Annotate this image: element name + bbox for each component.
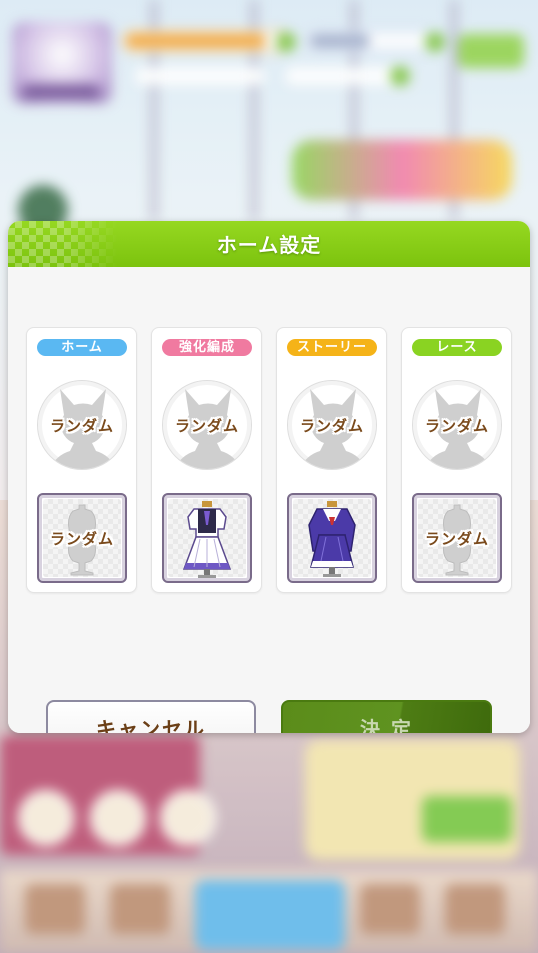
slot-tag: 強化編成 xyxy=(162,339,252,356)
slot-cards: ホーム ランダム ランダム 強化編成 ランダム ストーリー ランダム レース ラ… xyxy=(26,327,512,593)
outfit-label: ランダム xyxy=(49,530,114,548)
home-settings-dialog: ホーム設定 ホーム ランダム ランダム 強化編成 ランダム ストーリー ランダム… xyxy=(8,221,530,733)
outfit-select-button[interactable]: ランダム xyxy=(37,493,127,583)
cancel-button[interactable]: キャンセル xyxy=(46,700,256,733)
slot-tag: レース xyxy=(412,339,502,356)
character-label: ランダム xyxy=(299,417,364,435)
dialog-body: ホーム ランダム ランダム 強化編成 ランダム ストーリー ランダム レース ラ… xyxy=(8,267,530,733)
white-purple-uniform-icon xyxy=(182,501,232,578)
confirm-button[interactable]: 決 定 xyxy=(281,700,492,733)
character-select-button[interactable]: ランダム xyxy=(412,380,502,470)
character-label: ランダム xyxy=(174,417,239,435)
outfit-select-button[interactable] xyxy=(287,493,377,583)
purple-winter-uniform-icon xyxy=(308,501,356,577)
slot-tag: ホーム xyxy=(37,339,127,356)
character-label: ランダム xyxy=(424,417,489,435)
outfit-select-button[interactable]: ランダム xyxy=(412,493,502,583)
slot-card-race: レース ランダム ランダム xyxy=(401,327,512,593)
character-label: ランダム xyxy=(49,417,114,435)
outfit-label: ランダム xyxy=(424,530,489,548)
character-select-button[interactable]: ランダム xyxy=(162,380,252,470)
outfit-select-button[interactable] xyxy=(162,493,252,583)
character-select-button[interactable]: ランダム xyxy=(287,380,377,470)
dialog-title: ホーム設定 xyxy=(216,233,322,257)
slot-card-home: ホーム ランダム ランダム xyxy=(26,327,137,593)
character-select-button[interactable]: ランダム xyxy=(37,380,127,470)
dialog-header: ホーム設定 xyxy=(8,221,530,267)
slot-card-team: 強化編成 ランダム xyxy=(151,327,262,593)
slot-tag: ストーリー xyxy=(287,339,377,356)
slot-card-story: ストーリー ランダム xyxy=(276,327,387,593)
